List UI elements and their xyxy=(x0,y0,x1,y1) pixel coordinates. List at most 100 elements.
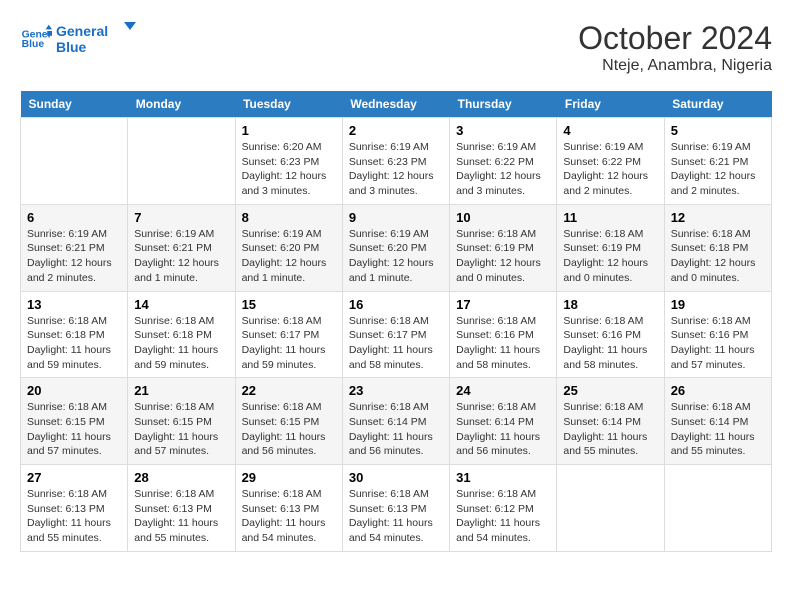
day-info: Sunrise: 6:18 AM Sunset: 6:15 PM Dayligh… xyxy=(242,400,336,459)
calendar-cell: 12Sunrise: 6:18 AM Sunset: 6:18 PM Dayli… xyxy=(664,204,771,291)
calendar-cell: 19 Sunrise: 6:18 AM Sunset: 6:16 PM Dayli… xyxy=(664,291,771,378)
day-number: 27 xyxy=(27,470,121,485)
day-number: 5 xyxy=(671,123,765,138)
day-info: Sunrise: 6:18 AM Sunset: 6:19 PM Dayligh… xyxy=(563,227,657,286)
calendar-cell: 15 Sunrise: 6:18 AM Sunset: 6:17 PM Dayli… xyxy=(235,291,342,378)
calendar-cell: 3 Sunrise: 6:19 AM Sunset: 6:22 PM Daylig… xyxy=(450,118,557,205)
calendar-table: SundayMondayTuesdayWednesdayThursdayFrid… xyxy=(20,91,772,552)
day-number: 23 xyxy=(349,383,443,398)
calendar-cell: 1 Sunrise: 6:20 AM Sunset: 6:23 PM Daylig… xyxy=(235,118,342,205)
svg-text:General: General xyxy=(56,23,108,39)
logo-icon: General Blue xyxy=(20,23,52,55)
day-info: Sunrise: 6:18 AM Sunset: 6:14 PM Dayligh… xyxy=(563,400,657,459)
calendar-cell: 25 Sunrise: 6:18 AM Sunset: 6:14 PM Dayli… xyxy=(557,378,664,465)
day-number: 7 xyxy=(134,210,228,225)
day-number: 8 xyxy=(242,210,336,225)
calendar-cell: 26Sunrise: 6:18 AM Sunset: 6:14 PM Dayli… xyxy=(664,378,771,465)
day-info: Sunrise: 6:18 AM Sunset: 6:15 PM Dayligh… xyxy=(134,400,228,459)
weekday-header: Saturday xyxy=(664,91,771,118)
calendar-week-row: 1 Sunrise: 6:20 AM Sunset: 6:23 PM Daylig… xyxy=(21,118,772,205)
day-number: 13 xyxy=(27,297,121,312)
day-info: Sunrise: 6:18 AM Sunset: 6:16 PM Dayligh… xyxy=(671,314,765,373)
day-info: Sunrise: 6:18 AM Sunset: 6:16 PM Dayligh… xyxy=(563,314,657,373)
weekday-header: Tuesday xyxy=(235,91,342,118)
weekday-header-row: SundayMondayTuesdayWednesdayThursdayFrid… xyxy=(21,91,772,118)
calendar-week-row: 20 Sunrise: 6:18 AM Sunset: 6:15 PM Dayli… xyxy=(21,378,772,465)
calendar-cell: 29 Sunrise: 6:18 AM Sunset: 6:13 PM Dayli… xyxy=(235,465,342,552)
location-subtitle: Nteje, Anambra, Nigeria xyxy=(578,57,772,75)
day-number: 1 xyxy=(242,123,336,138)
calendar-week-row: 6Sunrise: 6:19 AM Sunset: 6:21 PM Daylig… xyxy=(21,204,772,291)
calendar-cell: 14 Sunrise: 6:18 AM Sunset: 6:18 PM Dayli… xyxy=(128,291,235,378)
svg-text:Blue: Blue xyxy=(22,39,45,50)
day-info: Sunrise: 6:19 AM Sunset: 6:21 PM Dayligh… xyxy=(671,140,765,199)
calendar-cell: 11 Sunrise: 6:18 AM Sunset: 6:19 PM Dayli… xyxy=(557,204,664,291)
day-number: 15 xyxy=(242,297,336,312)
day-number: 14 xyxy=(134,297,228,312)
day-info: Sunrise: 6:18 AM Sunset: 6:18 PM Dayligh… xyxy=(134,314,228,373)
calendar-cell xyxy=(664,465,771,552)
day-info: Sunrise: 6:18 AM Sunset: 6:13 PM Dayligh… xyxy=(27,487,121,546)
calendar-cell: 7Sunrise: 6:19 AM Sunset: 6:21 PM Daylig… xyxy=(128,204,235,291)
day-number: 26 xyxy=(671,383,765,398)
calendar-cell: 9 Sunrise: 6:19 AM Sunset: 6:20 PM Daylig… xyxy=(342,204,449,291)
day-info: Sunrise: 6:19 AM Sunset: 6:22 PM Dayligh… xyxy=(456,140,550,199)
day-number: 22 xyxy=(242,383,336,398)
calendar-cell: 2 Sunrise: 6:19 AM Sunset: 6:23 PM Daylig… xyxy=(342,118,449,205)
day-info: Sunrise: 6:18 AM Sunset: 6:13 PM Dayligh… xyxy=(134,487,228,546)
day-info: Sunrise: 6:18 AM Sunset: 6:17 PM Dayligh… xyxy=(242,314,336,373)
calendar-week-row: 27 Sunrise: 6:18 AM Sunset: 6:13 PM Dayli… xyxy=(21,465,772,552)
day-number: 17 xyxy=(456,297,550,312)
day-number: 29 xyxy=(242,470,336,485)
calendar-cell: 20Sunrise: 6:18 AM Sunset: 6:15 PM Dayli… xyxy=(21,378,128,465)
calendar-cell: 13Sunrise: 6:18 AM Sunset: 6:18 PM Dayli… xyxy=(21,291,128,378)
calendar-cell: 16Sunrise: 6:18 AM Sunset: 6:17 PM Dayli… xyxy=(342,291,449,378)
day-number: 18 xyxy=(563,297,657,312)
weekday-header: Monday xyxy=(128,91,235,118)
calendar-cell: 8Sunrise: 6:19 AM Sunset: 6:20 PM Daylig… xyxy=(235,204,342,291)
day-info: Sunrise: 6:18 AM Sunset: 6:13 PM Dayligh… xyxy=(242,487,336,546)
calendar-cell: 17 Sunrise: 6:18 AM Sunset: 6:16 PM Dayli… xyxy=(450,291,557,378)
weekday-header: Sunday xyxy=(21,91,128,118)
day-number: 11 xyxy=(563,210,657,225)
day-number: 28 xyxy=(134,470,228,485)
svg-text:Blue: Blue xyxy=(56,39,87,55)
calendar-cell: 18 Sunrise: 6:18 AM Sunset: 6:16 PM Dayli… xyxy=(557,291,664,378)
day-info: Sunrise: 6:19 AM Sunset: 6:23 PM Dayligh… xyxy=(349,140,443,199)
page-header: General Blue General Blue October 2024 N… xyxy=(20,20,772,75)
day-info: Sunrise: 6:18 AM Sunset: 6:13 PM Dayligh… xyxy=(349,487,443,546)
calendar-cell: 4Sunrise: 6:19 AM Sunset: 6:22 PM Daylig… xyxy=(557,118,664,205)
calendar-cell: 31Sunrise: 6:18 AM Sunset: 6:12 PM Dayli… xyxy=(450,465,557,552)
day-number: 3 xyxy=(456,123,550,138)
day-number: 16 xyxy=(349,297,443,312)
day-number: 10 xyxy=(456,210,550,225)
day-info: Sunrise: 6:19 AM Sunset: 6:22 PM Dayligh… xyxy=(563,140,657,199)
day-number: 30 xyxy=(349,470,443,485)
month-title: October 2024 xyxy=(578,20,772,57)
calendar-cell xyxy=(128,118,235,205)
title-block: October 2024 Nteje, Anambra, Nigeria xyxy=(578,20,772,75)
day-info: Sunrise: 6:18 AM Sunset: 6:12 PM Dayligh… xyxy=(456,487,550,546)
weekday-header: Thursday xyxy=(450,91,557,118)
day-number: 2 xyxy=(349,123,443,138)
calendar-cell: 23 Sunrise: 6:18 AM Sunset: 6:14 PM Dayli… xyxy=(342,378,449,465)
day-info: Sunrise: 6:18 AM Sunset: 6:16 PM Dayligh… xyxy=(456,314,550,373)
calendar-week-row: 13 Sunrise: 6:18 AM Sunset: 6:18 PM Dayli… xyxy=(21,291,772,378)
calendar-cell xyxy=(21,118,128,205)
day-number: 20 xyxy=(27,383,121,398)
logo: General Blue General Blue xyxy=(20,20,136,58)
day-number: 6 xyxy=(27,210,121,225)
day-number: 21 xyxy=(134,383,228,398)
day-info: Sunrise: 6:20 AM Sunset: 6:23 PM Dayligh… xyxy=(242,140,336,199)
calendar-cell: 22 Sunrise: 6:18 AM Sunset: 6:15 PM Dayli… xyxy=(235,378,342,465)
weekday-header: Wednesday xyxy=(342,91,449,118)
day-number: 24 xyxy=(456,383,550,398)
day-info: Sunrise: 6:19 AM Sunset: 6:20 PM Dayligh… xyxy=(349,227,443,286)
day-info: Sunrise: 6:18 AM Sunset: 6:14 PM Dayligh… xyxy=(349,400,443,459)
calendar-cell: 5 Sunrise: 6:19 AM Sunset: 6:21 PM Daylig… xyxy=(664,118,771,205)
day-number: 9 xyxy=(349,210,443,225)
day-info: Sunrise: 6:18 AM Sunset: 6:18 PM Dayligh… xyxy=(671,227,765,286)
day-number: 25 xyxy=(563,383,657,398)
day-number: 19 xyxy=(671,297,765,312)
logo-svg: General Blue xyxy=(56,20,136,58)
